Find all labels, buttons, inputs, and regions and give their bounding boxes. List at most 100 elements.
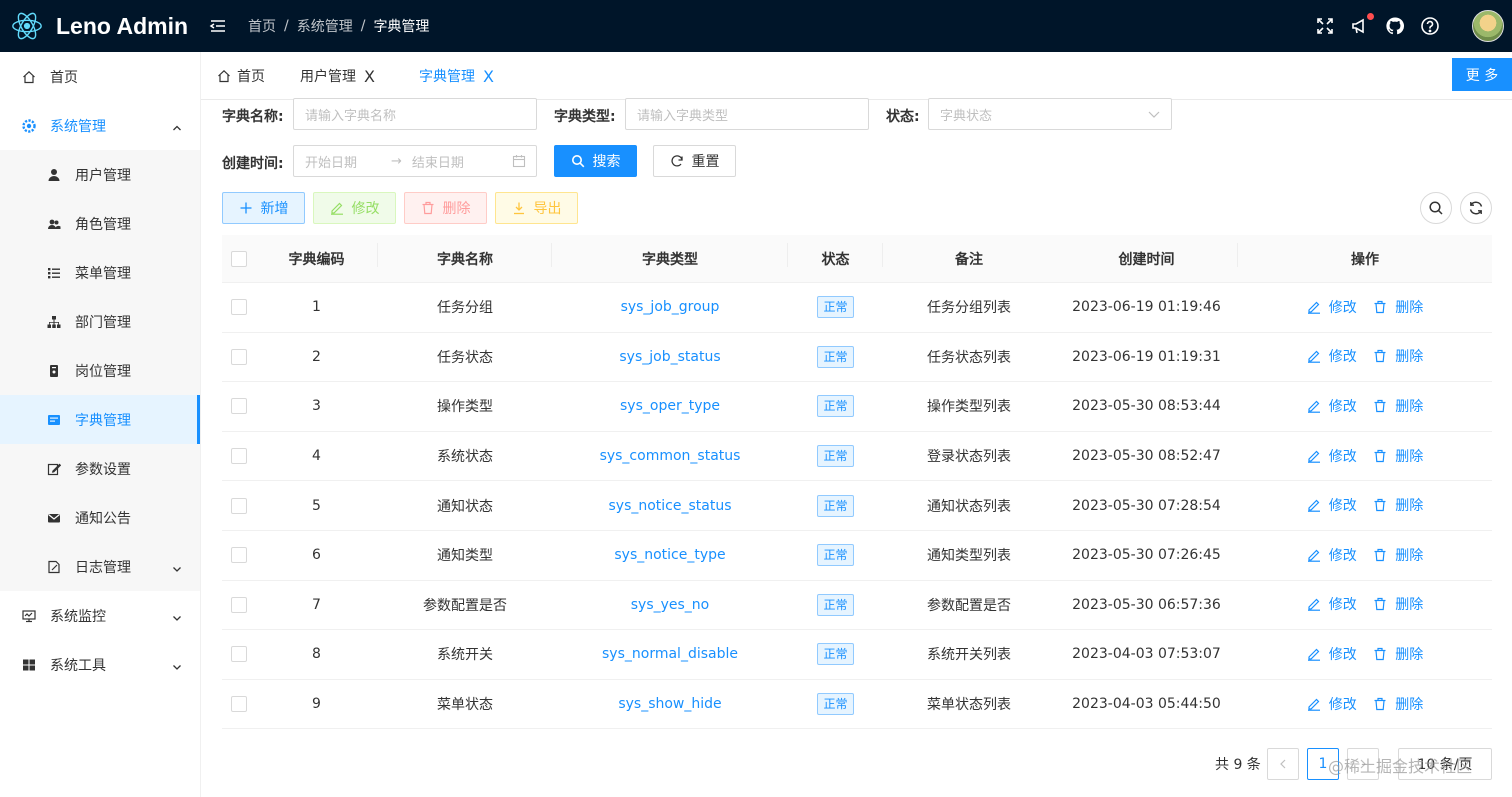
remark-cell: 任务状态列表 <box>927 349 1011 366</box>
sidebar-item-notice[interactable]: 通知公告 <box>0 493 200 542</box>
dict-type-input[interactable]: 请输入字典类型 <box>625 98 869 130</box>
edit-button[interactable]: 修改 <box>313 192 396 224</box>
row-edit-button[interactable]: 修改 <box>1307 297 1357 317</box>
row-checkbox[interactable] <box>230 348 247 365</box>
menu-fold-icon[interactable] <box>208 16 228 36</box>
date-range-picker[interactable]: 开始日期 → 结束日期 <box>293 145 537 177</box>
tab-dict[interactable]: 字典管理 X <box>419 52 494 100</box>
close-icon[interactable]: X <box>483 67 494 86</box>
sidebar-item-home[interactable]: 首页 <box>0 52 200 101</box>
row-edit-button[interactable]: 修改 <box>1307 545 1357 565</box>
dict-type-link[interactable]: sys_notice_type <box>614 547 725 563</box>
dict-type-link[interactable]: sys_normal_disable <box>602 646 738 662</box>
breadcrumb-home[interactable]: 首页 <box>248 16 276 36</box>
tab-home[interactable]: 首页 <box>217 52 265 100</box>
table-row: 6 通知类型 sys_notice_type 正常 通知类型列表 2023-05… <box>222 531 1492 581</box>
sidebar-item-label: 系统工具 <box>50 657 106 674</box>
row-checkbox[interactable] <box>230 299 247 316</box>
sidebar-item-depts[interactable]: 部门管理 <box>0 297 200 346</box>
table-row: 5 通知状态 sys_notice_status 正常 通知状态列表 2023-… <box>222 481 1492 531</box>
row-checkbox-cell <box>222 646 255 663</box>
dict-name-cell: 系统开关 <box>437 647 493 664</box>
remark-cell: 菜单状态列表 <box>927 697 1011 714</box>
row-delete-button[interactable]: 删除 <box>1373 594 1423 614</box>
row-checkbox[interactable] <box>230 696 247 713</box>
breadcrumb-system[interactable]: 系统管理 <box>297 16 353 36</box>
sidebar-item-tools[interactable]: 系统工具 <box>0 640 200 689</box>
dict-type-link[interactable]: sys_notice_status <box>608 498 731 514</box>
close-icon[interactable]: X <box>364 67 375 86</box>
export-button[interactable]: 导出 <box>495 192 578 224</box>
sidebar-item-menus[interactable]: 菜单管理 <box>0 248 200 297</box>
github-icon[interactable] <box>1385 16 1405 36</box>
dict-type-link[interactable]: sys_show_hide <box>618 696 721 712</box>
notification-icon[interactable] <box>1350 13 1374 36</box>
row-edit-button[interactable]: 修改 <box>1307 694 1357 714</box>
row-edit-button[interactable]: 修改 <box>1307 396 1357 416</box>
row-checkbox[interactable] <box>230 497 247 514</box>
status-badge: 正常 <box>817 345 854 368</box>
dict-type-link[interactable]: sys_job_group <box>621 299 720 315</box>
row-edit-button[interactable]: 修改 <box>1307 446 1357 466</box>
row-checkbox-cell <box>222 299 255 316</box>
sidebar-item-posts[interactable]: 岗位管理 <box>0 346 200 395</box>
row-delete-button[interactable]: 删除 <box>1373 346 1423 366</box>
search-button[interactable]: 搜索 <box>554 145 637 177</box>
row-checkbox[interactable] <box>230 547 247 564</box>
row-delete-label: 删除 <box>1395 448 1424 465</box>
edit-icon <box>330 202 343 215</box>
row-checkbox[interactable] <box>230 398 247 415</box>
dict-type-link[interactable]: sys_yes_no <box>631 597 710 613</box>
reset-button[interactable]: 重置 <box>653 145 736 177</box>
row-delete-button[interactable]: 删除 <box>1373 545 1423 565</box>
dict-type-link[interactable]: sys_oper_type <box>620 398 720 414</box>
dict-name-input[interactable]: 请输入字典名称 <box>293 98 537 130</box>
row-delete-button[interactable]: 删除 <box>1373 396 1423 416</box>
dict-type-link[interactable]: sys_common_status <box>600 448 741 464</box>
pagination-prev[interactable] <box>1267 748 1299 780</box>
delete-button[interactable]: 删除 <box>404 192 487 224</box>
end-date-placeholder[interactable]: 结束日期 <box>412 152 464 171</box>
sidebar-item-label: 系统监控 <box>50 608 106 625</box>
row-delete-button[interactable]: 删除 <box>1373 644 1423 664</box>
row-checkbox[interactable] <box>230 646 247 663</box>
sidebar-item-logs[interactable]: 日志管理 <box>0 542 200 591</box>
sidebar-item-label: 角色管理 <box>75 216 131 233</box>
fullscreen-icon[interactable] <box>1315 16 1335 36</box>
column-header: 创建时间 <box>1055 242 1238 269</box>
row-checkbox[interactable] <box>230 448 247 465</box>
dict-id-cell: 2 <box>312 348 321 365</box>
create-time-cell: 2023-06-19 01:19:31 <box>1072 348 1221 365</box>
help-icon[interactable] <box>1420 16 1440 36</box>
more-button[interactable]: 更 多 <box>1452 58 1512 91</box>
refresh-button[interactable] <box>1460 192 1492 224</box>
start-date-placeholder[interactable]: 开始日期 <box>305 152 357 171</box>
add-button[interactable]: 新增 <box>222 192 305 224</box>
sidebar-item-monitor[interactable]: 系统监控 <box>0 591 200 640</box>
tab-users[interactable]: 用户管理 X <box>300 52 375 100</box>
status-select[interactable]: 字典状态 <box>928 98 1172 130</box>
sidebar-item-system[interactable]: 系统管理 <box>0 101 200 150</box>
row-delete-button[interactable]: 删除 <box>1373 446 1423 466</box>
row-delete-button[interactable]: 删除 <box>1373 297 1423 317</box>
logo[interactable]: Leno Admin <box>0 0 200 52</box>
row-edit-button[interactable]: 修改 <box>1307 495 1357 515</box>
column-header: 备注 <box>955 251 983 268</box>
sidebar-item-roles[interactable]: 角色管理 <box>0 199 200 248</box>
row-edit-button[interactable]: 修改 <box>1307 346 1357 366</box>
user-avatar[interactable] <box>1472 10 1504 42</box>
row-delete-button[interactable]: 删除 <box>1373 694 1423 714</box>
status-badge: 正常 <box>817 445 854 468</box>
dict-type-link[interactable]: sys_job_status <box>619 349 720 365</box>
row-delete-button[interactable]: 删除 <box>1373 495 1423 515</box>
row-checkbox[interactable] <box>230 596 247 613</box>
sidebar-item-config[interactable]: 参数设置 <box>0 444 200 493</box>
sidebar-item-dict[interactable]: 字典管理 <box>0 395 200 444</box>
sidebar-item-users[interactable]: 用户管理 <box>0 150 200 199</box>
select-all-checkbox[interactable] <box>230 250 247 267</box>
pagination-total: 共 9 条 <box>1215 757 1261 773</box>
notification-dot <box>1367 13 1374 20</box>
row-edit-button[interactable]: 修改 <box>1307 644 1357 664</box>
toggle-search-button[interactable] <box>1420 192 1452 224</box>
row-edit-button[interactable]: 修改 <box>1307 594 1357 614</box>
